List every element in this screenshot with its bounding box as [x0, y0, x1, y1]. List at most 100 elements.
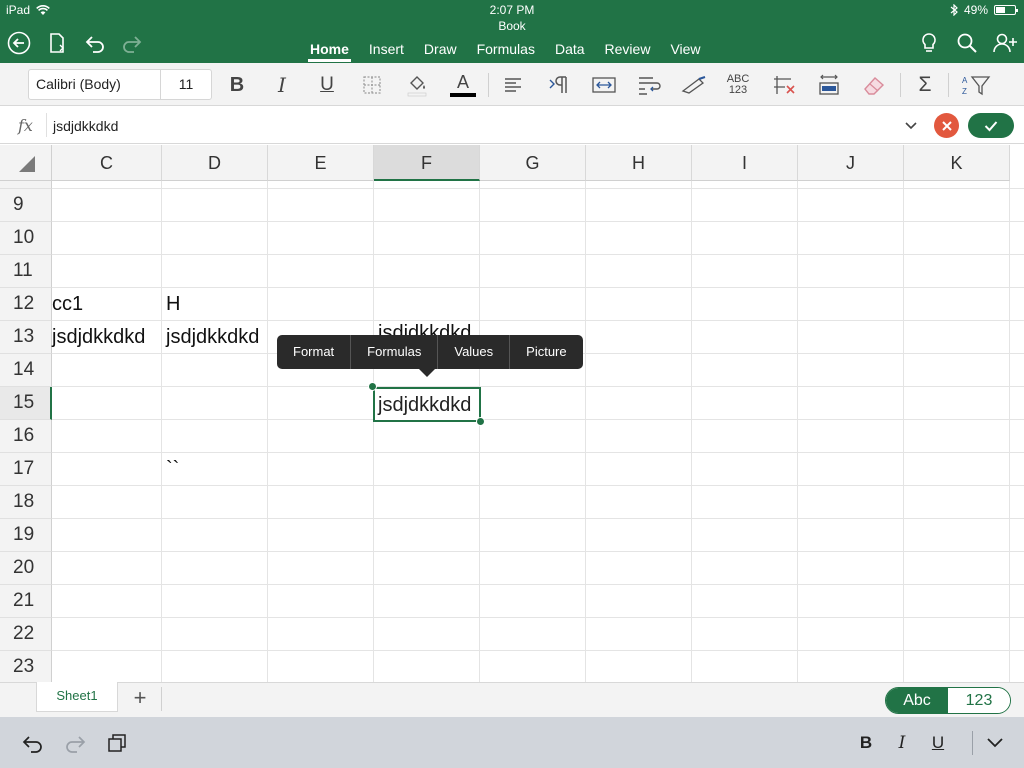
keyboard-bold-button[interactable]: B: [853, 730, 879, 756]
tab-insert[interactable]: Insert: [359, 40, 414, 62]
file-button[interactable]: [44, 30, 70, 56]
cell-D12[interactable]: H: [166, 288, 180, 321]
tab-draw[interactable]: Draw: [414, 40, 467, 62]
confirm-entry-button[interactable]: [968, 113, 1014, 138]
active-cell-F15[interactable]: jsdjdkkdkd: [373, 387, 481, 422]
row-header-22[interactable]: 22: [0, 618, 52, 651]
bold-button[interactable]: B: [223, 71, 251, 99]
menu-item-format[interactable]: Format: [277, 335, 352, 369]
delete-cells-button[interactable]: [770, 71, 798, 99]
row-header-19[interactable]: 19: [0, 519, 52, 552]
keyboard-paste-button[interactable]: [104, 730, 130, 756]
undo-icon: [22, 736, 42, 753]
sheet-tab[interactable]: Sheet1: [36, 682, 118, 712]
row-header-partial: [0, 181, 52, 189]
column-header-F[interactable]: F: [374, 145, 480, 181]
cancel-entry-button[interactable]: [934, 113, 959, 138]
selection-handle-top-left[interactable]: [368, 382, 377, 391]
row-header-17[interactable]: 17: [0, 453, 52, 486]
menu-item-values[interactable]: Values: [438, 335, 511, 369]
column-header-K[interactable]: K: [904, 145, 1010, 181]
row-header-13[interactable]: 13: [0, 321, 52, 354]
underline-button[interactable]: U: [313, 71, 341, 99]
clear-button[interactable]: [860, 71, 888, 99]
align-button[interactable]: [499, 71, 527, 99]
tab-formulas[interactable]: Formulas: [467, 40, 545, 62]
keyboard-undo-button[interactable]: [20, 730, 46, 756]
cell-styles-button[interactable]: [680, 71, 708, 99]
column-header-I[interactable]: I: [692, 145, 798, 181]
column-header-D[interactable]: D: [162, 145, 268, 181]
selection-handle-bottom-right[interactable]: [476, 417, 485, 426]
back-button[interactable]: [6, 30, 32, 56]
lightbulb-icon: [922, 33, 936, 52]
undo-button[interactable]: [82, 30, 108, 56]
number-keyboard-option[interactable]: 123: [948, 688, 1010, 713]
cell-C13[interactable]: jsdjdkkdkd: [52, 321, 145, 354]
tab-review[interactable]: Review: [595, 40, 661, 62]
hide-keyboard-button[interactable]: [982, 730, 1008, 756]
cell-C12[interactable]: cc1: [52, 288, 83, 321]
search-button[interactable]: [954, 30, 980, 56]
tell-me-button[interactable]: [916, 30, 942, 56]
add-sheet-button[interactable]: +: [126, 686, 154, 712]
row-header-18[interactable]: 18: [0, 486, 52, 519]
merge-center-button[interactable]: [590, 71, 618, 99]
borders-button[interactable]: [358, 71, 386, 99]
italic-button[interactable]: I: [268, 71, 296, 99]
row-header-11[interactable]: 11: [0, 255, 52, 288]
column-gridline: [797, 181, 798, 682]
sort-filter-button[interactable]: AZ: [960, 71, 992, 99]
select-all-button[interactable]: [0, 145, 52, 181]
insert-cells-button[interactable]: [815, 71, 843, 99]
font-name-dropdown[interactable]: Calibri (Body): [29, 70, 161, 99]
keyboard-italic-button[interactable]: I: [889, 730, 915, 756]
row-header-9[interactable]: 9: [0, 189, 52, 222]
column-header-E[interactable]: E: [268, 145, 374, 181]
row-header-21[interactable]: 21: [0, 585, 52, 618]
keyboard-underline-button[interactable]: U: [925, 730, 951, 756]
tab-home[interactable]: Home: [300, 40, 359, 62]
cell-D17[interactable]: ``: [166, 453, 179, 486]
chevron-down-icon[interactable]: [903, 118, 919, 134]
menu-item-formulas[interactable]: Formulas: [351, 335, 439, 369]
redo-button[interactable]: [119, 30, 145, 56]
row-header-10[interactable]: 10: [0, 222, 52, 255]
column-header-J[interactable]: J: [798, 145, 904, 181]
fill-color-button[interactable]: [403, 71, 431, 99]
menu-item-picture[interactable]: Picture: [510, 335, 582, 369]
row-header-15[interactable]: 15: [0, 387, 52, 420]
tab-view[interactable]: View: [660, 40, 710, 62]
keyboard-bar-divider: [972, 731, 973, 755]
text-keyboard-option[interactable]: Abc: [886, 688, 948, 713]
share-button[interactable]: [992, 30, 1018, 56]
home-ribbon: Calibri (Body) 11 B I U A ABC 123 Σ A Z: [0, 63, 1024, 106]
row-header-16[interactable]: 16: [0, 420, 52, 453]
formula-input[interactable]: jsdjdkkdkd: [53, 118, 118, 134]
tab-data[interactable]: Data: [545, 40, 595, 62]
column-header-G[interactable]: G: [480, 145, 586, 181]
column-header-H[interactable]: H: [586, 145, 692, 181]
autosum-button[interactable]: Σ: [911, 71, 939, 99]
spreadsheet-grid[interactable]: 9 10 11 12 13 14 15 16 17 18 19 20 21 22 23 C D E F G H I J Kcc…: [0, 145, 1024, 682]
row-gridline: [52, 584, 1024, 585]
font-size-dropdown[interactable]: 11: [161, 70, 211, 99]
back-arrow-icon: [7, 31, 31, 55]
keyboard-redo-button[interactable]: [62, 730, 88, 756]
column-gridline: [691, 181, 692, 682]
clock: 2:07 PM: [489, 3, 535, 17]
wrap-text-button[interactable]: [635, 71, 663, 99]
column-header-C[interactable]: C: [52, 145, 162, 181]
row-gridline: [52, 551, 1024, 552]
row-header-12[interactable]: 12: [0, 288, 52, 321]
row-header-23[interactable]: 23: [0, 651, 52, 682]
battery-percent: 49%: [963, 3, 988, 17]
merge-cells-icon: [592, 77, 616, 93]
number-format-button[interactable]: ABC 123: [724, 71, 752, 99]
font-color-button[interactable]: A: [449, 71, 477, 99]
cell-D13[interactable]: jsdjdkkdkd: [166, 321, 259, 354]
paragraph-button[interactable]: [545, 71, 573, 99]
row-header-20[interactable]: 20: [0, 552, 52, 585]
row-header-14[interactable]: 14: [0, 354, 52, 387]
align-left-icon: [505, 78, 521, 92]
